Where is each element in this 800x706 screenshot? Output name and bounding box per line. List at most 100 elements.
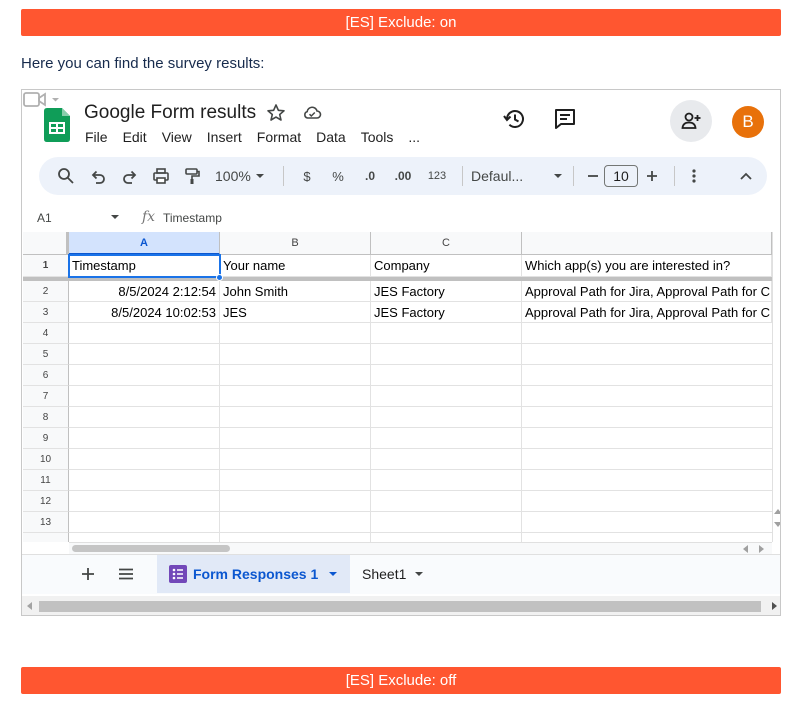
menu-edit[interactable]: Edit [123, 129, 147, 145]
cloud-saved-icon[interactable] [302, 103, 322, 123]
plus-icon[interactable] [638, 164, 666, 188]
row-header[interactable]: 9 [23, 428, 69, 449]
tab-label: Form Responses 1 [193, 566, 319, 582]
add-person-icon [681, 112, 701, 129]
toolbar-divider [674, 166, 675, 186]
chevron-down-icon[interactable] [110, 213, 120, 221]
spreadsheet-grid[interactable]: A B C 1 2 3 4 5 6 7 8 9 10 11 12 13 Time… [23, 232, 772, 542]
row-header[interactable] [23, 533, 69, 542]
cell-b2[interactable]: John Smith [220, 281, 371, 302]
scroll-up-icon[interactable] [774, 508, 781, 514]
row-header[interactable]: 6 [23, 365, 69, 386]
toolbar: 100% $ % .0 .00 123 Defaul... 10 [39, 157, 767, 195]
select-all-corner[interactable] [23, 232, 69, 255]
tab-form-responses-1[interactable]: Form Responses 1 [157, 555, 350, 593]
tab-sheet1[interactable]: Sheet1 [362, 555, 424, 593]
menu-format[interactable]: Format [257, 129, 301, 145]
google-sheets-embed[interactable]: Google Form results File Edit View Inser… [21, 89, 781, 616]
column-header-a[interactable]: A [69, 232, 220, 255]
name-box[interactable]: A1 [37, 211, 52, 225]
row-header[interactable]: 10 [23, 449, 69, 470]
grid-scroll-thumb[interactable] [72, 545, 230, 552]
comments-icon[interactable] [552, 106, 578, 132]
grid-horizontal-scrollbar[interactable] [69, 542, 772, 554]
form-icon [169, 565, 187, 583]
cell-a3[interactable]: 8/5/2024 10:02:53 [69, 302, 220, 323]
row-header[interactable]: 1 [23, 255, 69, 277]
chevron-down-icon[interactable] [551, 164, 565, 188]
chevron-down-icon[interactable] [414, 569, 424, 579]
document-title[interactable]: Google Form results [84, 102, 256, 124]
menu-data[interactable]: Data [316, 129, 346, 145]
row-header[interactable]: 2 [23, 281, 69, 302]
menu-tools[interactable]: Tools [361, 129, 394, 145]
menu-view[interactable]: View [162, 129, 192, 145]
all-sheets-menu-icon[interactable] [116, 564, 136, 584]
more-formats-button[interactable]: 123 [420, 164, 454, 188]
embed-scroll-thumb[interactable] [39, 601, 761, 612]
cell-d2[interactable]: Approval Path for Jira, Approval Path fo… [522, 281, 772, 302]
menu-file[interactable]: File [85, 129, 108, 145]
percent-format-button[interactable]: % [322, 164, 354, 188]
currency-format-button[interactable]: $ [292, 164, 322, 188]
column-header-d[interactable] [522, 232, 772, 255]
fx-icon: fx [142, 209, 156, 225]
sheet-tab-bar: Form Responses 1 Sheet1 [22, 554, 780, 594]
scroll-left-icon[interactable] [742, 545, 748, 553]
row-header[interactable]: 5 [23, 344, 69, 365]
undo-icon[interactable] [81, 164, 115, 188]
formula-input[interactable]: Timestamp [163, 211, 222, 225]
zoom-select[interactable]: 100% [215, 164, 275, 188]
more-vert-icon[interactable] [683, 164, 705, 188]
row-header[interactable]: 13 [23, 512, 69, 533]
star-icon[interactable] [266, 103, 286, 123]
avatar[interactable]: B [732, 106, 764, 138]
menu-more[interactable]: ... [408, 129, 420, 145]
font-size-input[interactable]: 10 [604, 165, 638, 187]
zoom-value: 100% [215, 168, 251, 184]
row-header[interactable]: 11 [23, 470, 69, 491]
embed-horizontal-scrollbar[interactable] [22, 596, 780, 615]
font-select[interactable]: Defaul... [471, 164, 551, 188]
scroll-right-icon[interactable] [772, 602, 777, 610]
row-header[interactable]: 8 [23, 407, 69, 428]
cell-c3[interactable]: JES Factory [371, 302, 522, 323]
redo-icon[interactable] [115, 164, 145, 188]
cell-b1[interactable]: Your name [220, 255, 371, 277]
collapse-menus-icon[interactable] [731, 164, 761, 188]
column-header-b[interactable]: B [220, 232, 371, 255]
row-header[interactable]: 7 [23, 386, 69, 407]
fill-handle[interactable] [216, 274, 223, 281]
scroll-right-icon[interactable] [759, 545, 765, 553]
row-header[interactable]: 3 [23, 302, 69, 323]
exclude-on-banner: [ES] Exclude: on [21, 9, 781, 36]
column-header-c[interactable]: C [371, 232, 522, 255]
share-button[interactable] [670, 100, 712, 142]
search-icon[interactable] [51, 164, 81, 188]
row-header[interactable]: 12 [23, 491, 69, 512]
empty-rows[interactable] [69, 323, 772, 542]
print-icon[interactable] [145, 164, 177, 188]
meet-video-icon[interactable] [22, 90, 62, 110]
menu-insert[interactable]: Insert [207, 129, 242, 145]
scroll-left-icon[interactable] [27, 602, 32, 610]
minus-icon[interactable] [582, 164, 604, 188]
cell-b3[interactable]: JES [220, 302, 371, 323]
cell-d3[interactable]: Approval Path for Jira, Approval Path fo… [522, 302, 772, 323]
chevron-down-icon[interactable] [328, 569, 338, 579]
intro-text: Here you can find the survey results: [21, 55, 265, 72]
cell-c2[interactable]: JES Factory [371, 281, 522, 302]
paint-format-icon[interactable] [177, 164, 207, 188]
row-header[interactable]: 4 [23, 323, 69, 344]
toolbar-divider [283, 166, 284, 186]
vertical-scrollbar[interactable] [772, 232, 781, 542]
scroll-down-icon[interactable] [774, 522, 781, 528]
increase-decimal-button[interactable]: .00 [386, 164, 420, 188]
cell-d1[interactable]: Which app(s) you are interested in? [522, 255, 772, 277]
add-sheet-icon[interactable] [78, 564, 98, 584]
cell-a2[interactable]: 8/5/2024 2:12:54 [69, 281, 220, 302]
decrease-decimal-button[interactable]: .0 [354, 164, 386, 188]
toolbar-divider [573, 166, 574, 186]
version-history-icon[interactable] [502, 106, 528, 132]
cell-c1[interactable]: Company [371, 255, 522, 277]
